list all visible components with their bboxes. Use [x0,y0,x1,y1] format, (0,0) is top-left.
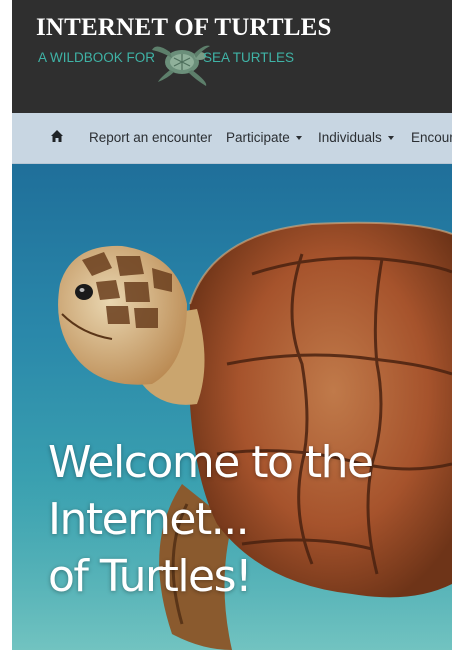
hero-welcome-title: Welcome to the Internet... of Turtles! [48,434,448,605]
hero-line: Internet... [48,494,250,545]
chevron-down-icon [295,136,302,141]
page-frame: INTERNET OF TURTLES A WILDBOOK FOR SEA T… [12,0,452,650]
nav-report-encounter-label: Report an encounter [89,130,213,145]
nav-individuals[interactable]: Individuals [318,113,394,163]
nav-report-encounter[interactable]: Report an encounter [89,113,212,163]
nav-participate[interactable]: Participate [226,113,302,163]
nav-encounters[interactable]: Encoun [411,113,452,163]
main-navbar: Report an encounter Participate Individu… [12,113,452,164]
site-header: INTERNET OF TURTLES A WILDBOOK FOR SEA T… [12,0,452,113]
hero-banner: Welcome to the Internet... of Turtles! [12,164,452,650]
nav-participate-label: Participate [226,130,290,145]
nav-individuals-label: Individuals [318,130,382,145]
nav-encounters-label: Encoun [411,130,452,145]
home-icon[interactable] [50,129,64,143]
hero-line: of Turtles! [48,551,253,602]
site-subtitle-left: A WILDBOOK FOR [38,50,156,65]
hero-line: Welcome to the [48,437,374,488]
site-subtitle-right: SEA TURTLES [203,50,295,65]
chevron-down-icon [387,136,394,141]
